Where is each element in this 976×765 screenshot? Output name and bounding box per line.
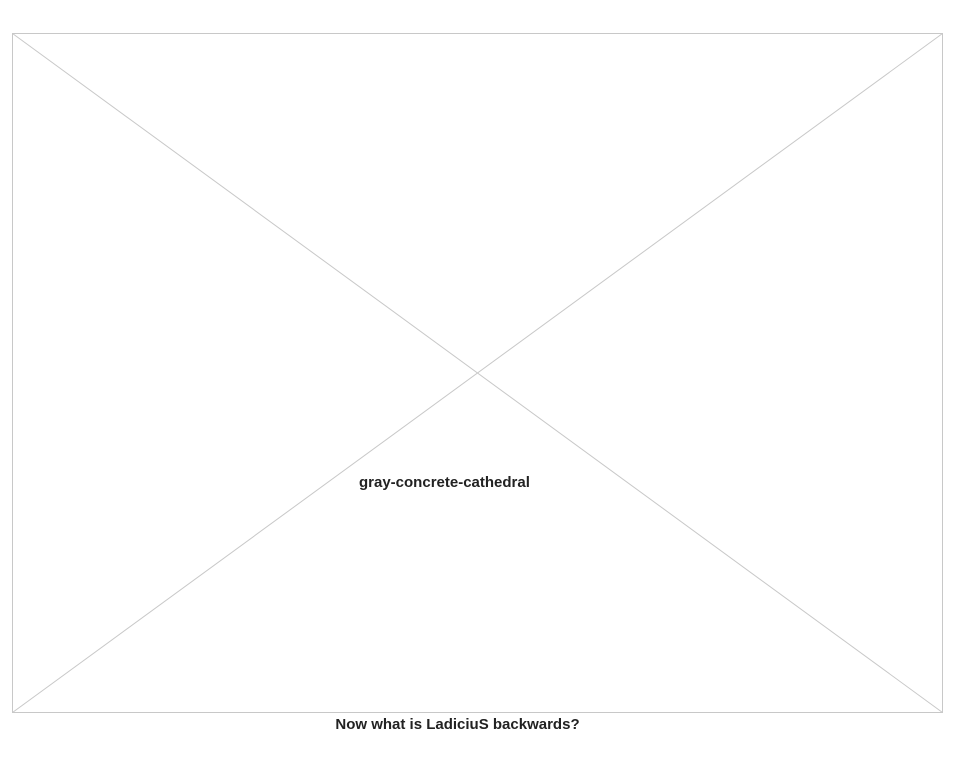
image-placeholder: gray-concrete-cathedral [12,33,943,713]
page: gray-concrete-cathedral Now what is Ladi… [0,0,976,765]
placeholder-cross-graphic [12,33,943,713]
question-text: Now what is LadiciuS backwards? [335,716,580,733]
placeholder-label: gray-concrete-cathedral [359,474,530,491]
